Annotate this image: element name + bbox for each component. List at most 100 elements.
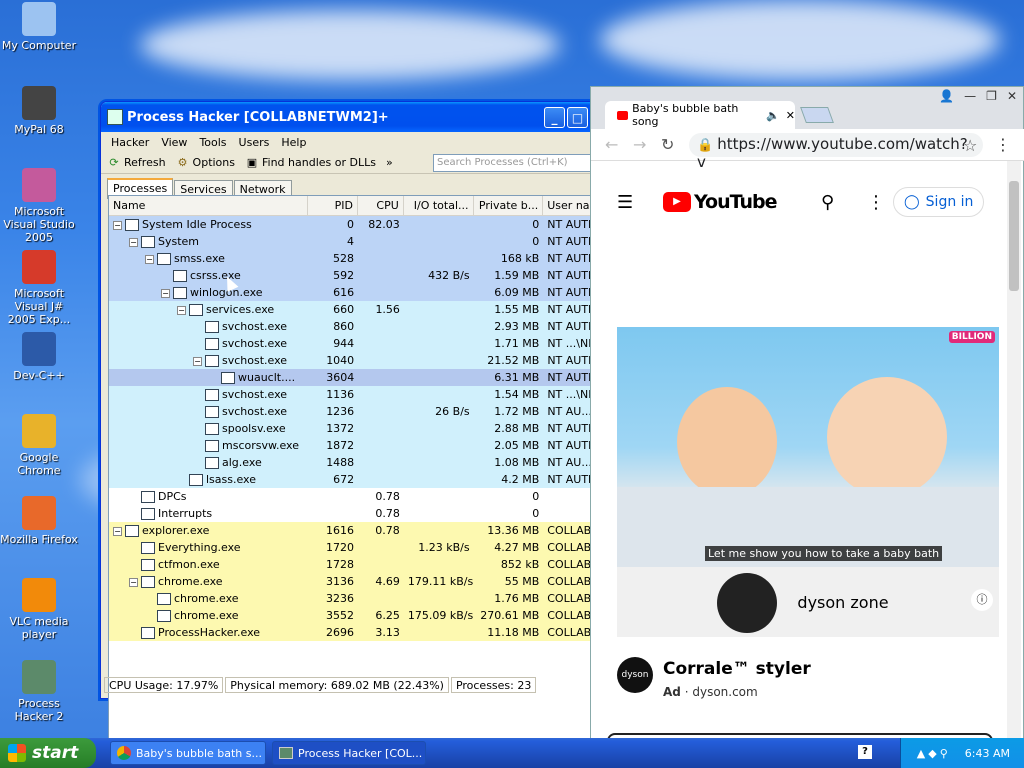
taskbar-item-chrome[interactable]: Baby's bubble bath s... — [110, 741, 266, 765]
desktop-icon[interactable]: Google Chrome — [0, 414, 78, 477]
tree-toggle-icon[interactable]: − — [113, 526, 122, 536]
bookmark-star-icon[interactable]: ☆ — [963, 136, 977, 155]
help-icon[interactable]: ? — [858, 745, 872, 759]
clock: 6:43 AM — [964, 746, 1010, 760]
table-row[interactable]: spoolsv.exe 1372 2.88 MB NT AUTHOR — [109, 420, 609, 437]
table-row[interactable]: mscorsvw.exe 1872 2.05 MB NT AUTHOR — [109, 437, 609, 454]
url-field[interactable]: 🔒 https://www.youtube.com/watch?v — [689, 133, 983, 171]
tree-toggle-icon[interactable]: − — [145, 254, 154, 264]
menu-help[interactable]: Help — [275, 136, 312, 149]
maximize-button[interactable]: □ — [567, 107, 588, 128]
ad-brand: dyson zone — [797, 592, 889, 612]
table-row[interactable]: ctfmon.exe 1728 852 kB COLLABNET — [109, 556, 609, 573]
table-row[interactable]: csrss.exe 592 432 B/s 1.59 MB NT AUTHOR — [109, 267, 609, 284]
forward-icon[interactable]: → — [633, 135, 646, 154]
tree-toggle-icon[interactable]: − — [177, 305, 186, 315]
tree-toggle-icon[interactable]: − — [161, 288, 170, 298]
browser-close-icon[interactable]: ✕ — [1007, 89, 1017, 103]
tree-toggle-icon[interactable]: − — [113, 220, 122, 230]
process-pid-cell: 1720 — [326, 541, 355, 554]
desktop-icon[interactable]: Microsoft Visual Studio 2005 — [0, 168, 78, 244]
table-row[interactable]: svchost.exe 1236 26 B/s 1.72 MB NT AU...\LO — [109, 403, 609, 420]
menu-view[interactable]: View — [155, 136, 193, 149]
column-io[interactable]: I/O total... — [404, 196, 474, 215]
table-row[interactable]: − System Idle Process 0 82.03 0 NT AUTHOR — [109, 216, 609, 233]
table-row[interactable]: alg.exe 1488 1.08 MB NT AU...\LO — [109, 454, 609, 471]
start-button[interactable]: start — [0, 738, 96, 768]
menu-users[interactable]: Users — [233, 136, 276, 149]
table-row[interactable]: − chrome.exe 3136 4.69 179.11 kB/s 55 MB COLLA… — [109, 573, 609, 590]
table-row[interactable]: ProcessHacker.exe 2696 3.13 11.18 MB COLLABN… — [109, 624, 609, 641]
desktop-icon[interactable]: MyPal 68 — [0, 86, 78, 136]
table-row[interactable]: − smss.exe 528 168 kB NT AUTHOR — [109, 250, 609, 267]
table-row[interactable]: svchost.exe 944 1.71 MB NT ...\NETW — [109, 335, 609, 352]
youtube-search-icon[interactable]: ⚲ — [821, 192, 834, 213]
tree-toggle-icon[interactable]: − — [193, 356, 202, 366]
column-pid[interactable]: PID — [308, 196, 358, 215]
process-name-cell: − winlogon.exe — [109, 286, 308, 299]
desktop-icon[interactable]: Microsoft Visual J# 2005 Exp... — [0, 250, 78, 326]
desktop-icon[interactable]: Process Hacker 2 — [0, 660, 78, 723]
desktop-icon[interactable]: My Computer — [0, 2, 78, 52]
video-player[interactable]: BILLION Let me show you how to take a ba… — [617, 327, 999, 567]
browser-tab[interactable]: Baby's bubble bath song 🔈 ✕ — [605, 101, 795, 129]
process-io-cell: 175.09 kB/s — [407, 609, 474, 622]
process-icon — [205, 338, 219, 350]
column-name[interactable]: Name — [109, 196, 309, 215]
desktop-icon[interactable]: Mozilla Firefox — [0, 496, 78, 546]
table-row[interactable]: lsass.exe 672 4.2 MB NT AUTHOR — [109, 471, 609, 488]
reload-icon[interactable]: ↻ — [661, 135, 674, 154]
table-row[interactable]: svchost.exe 1136 1.54 MB NT ...\NETW — [109, 386, 609, 403]
table-row[interactable]: wuauclt.... 3604 6.31 MB NT AUTHOR — [109, 369, 609, 386]
table-row[interactable]: − explorer.exe 1616 0.78 13.36 MB COLLABNET — [109, 522, 609, 539]
table-row[interactable]: chrome.exe 3236 1.76 MB COLLABNET — [109, 590, 609, 607]
more-options-icon[interactable]: ⋮ — [867, 192, 885, 213]
youtube-logo[interactable]: ▶ YouTube — [663, 191, 777, 213]
table-row[interactable]: − svchost.exe 1040 21.52 MB NT AUTHOR — [109, 352, 609, 369]
table-row[interactable]: − winlogon.exe 616 6.09 MB NT AUTHOR — [109, 284, 609, 301]
table-row[interactable]: Interrupts 0.78 0 — [109, 505, 609, 522]
browser-restore-icon[interactable]: ❐ — [986, 89, 997, 103]
tab-close-icon[interactable]: ✕ — [786, 109, 795, 122]
taskbar-item-process-hacker[interactable]: Process Hacker [COL... — [272, 741, 426, 765]
tray-icons[interactable]: ▲◆⚲ — [917, 747, 951, 760]
find-handles-button[interactable]: ▣ Find handles or DLLs — [245, 156, 376, 170]
desktop-app-icon — [22, 2, 56, 36]
minimize-button[interactable]: _ — [544, 107, 565, 128]
process-name-cell: chrome.exe — [109, 609, 308, 622]
back-icon[interactable]: ← — [605, 135, 618, 154]
search-input[interactable]: Search Processes (Ctrl+K)⚲ — [433, 153, 609, 172]
browser-scrollbar-thumb[interactable] — [1009, 181, 1019, 291]
sign-in-button[interactable]: ◯ Sign in — [893, 187, 985, 217]
profile-icon[interactable]: 👤 — [939, 89, 954, 103]
table-row[interactable]: DPCs 0.78 0 — [109, 488, 609, 505]
toolbar-overflow-icon[interactable]: » — [386, 156, 393, 169]
process-name-cell: csrss.exe — [109, 269, 308, 282]
speaker-icon[interactable]: 🔈 — [766, 109, 780, 122]
process-hacker-titlebar[interactable]: Process Hacker [COLLABNETWM2]+ — [101, 102, 615, 132]
menu-tools[interactable]: Tools — [193, 136, 232, 149]
table-row[interactable]: Everything.exe 1720 1.23 kB/s 4.27 MB COLLAB… — [109, 539, 609, 556]
table-row[interactable]: svchost.exe 860 2.93 MB NT AUTHOR — [109, 318, 609, 335]
column-cpu[interactable]: CPU — [358, 196, 404, 215]
options-button[interactable]: ⚙ Options — [176, 156, 235, 170]
browser-minimize-icon[interactable]: — — [964, 89, 976, 103]
table-row[interactable]: − services.exe 660 1.56 1.55 MB NT AUTHOR — [109, 301, 609, 318]
menu-hacker[interactable]: Hacker — [105, 136, 155, 149]
new-tab-button[interactable] — [800, 107, 834, 123]
table-row[interactable]: chrome.exe 3552 6.25 175.09 kB/s 270.61 MB CO… — [109, 607, 609, 624]
ad-banner[interactable]: dyson zone ⓘ — [617, 567, 999, 637]
desktop-icon[interactable]: VLC media player — [0, 578, 78, 641]
browser-menu-icon[interactable]: ⋮ — [995, 135, 1011, 154]
ad-title[interactable]: Corrale™ styler — [663, 659, 811, 679]
refresh-button[interactable]: ⟳ Refresh — [107, 156, 165, 170]
column-private[interactable]: Private b... — [474, 196, 544, 215]
tree-toggle-icon[interactable]: − — [129, 577, 138, 587]
info-icon[interactable]: ⓘ — [971, 589, 993, 611]
tree-toggle-icon[interactable]: − — [129, 237, 138, 247]
desktop-icon[interactable]: Dev-C++ — [0, 332, 78, 382]
browser-scrollbar[interactable] — [1007, 161, 1021, 741]
process-icon — [157, 253, 171, 265]
hamburger-icon[interactable]: ☰ — [617, 192, 633, 213]
table-row[interactable]: − System 4 0 NT AUTHOR — [109, 233, 609, 250]
